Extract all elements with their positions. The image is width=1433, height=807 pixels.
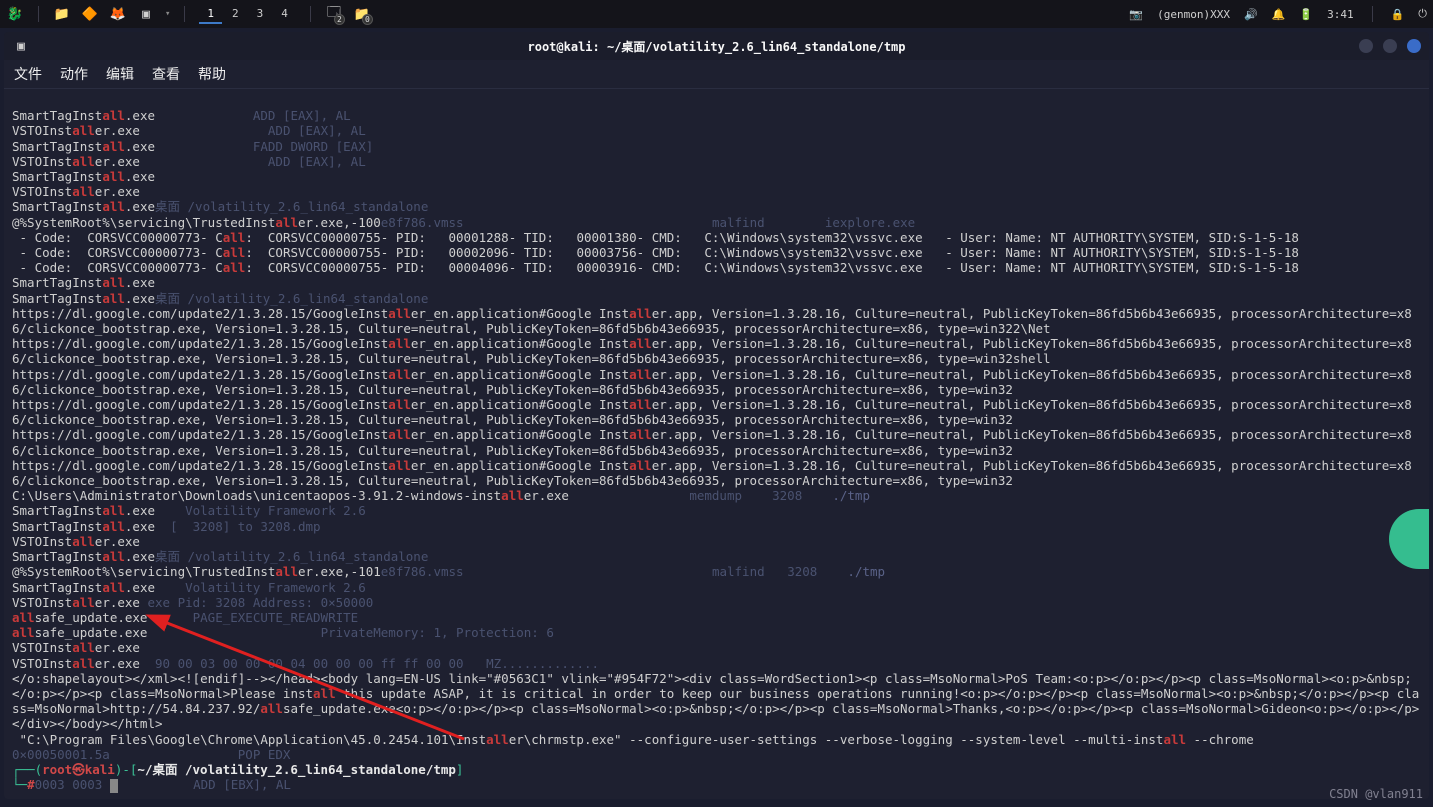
battery-icon[interactable]: 🔋: [1299, 8, 1313, 21]
out-line: - Code: CORSVCC00000773- Call: CORSVCC00…: [12, 260, 1299, 275]
out-line: SmartTagInstall.exe桌面 /volatility_2.6_li…: [12, 291, 428, 306]
out-line: https://dl.google.com/update2/1.3.28.15/…: [12, 306, 1412, 336]
prompt-line: ┌──(root㉿kali)-[~/桌面 /volatility_2.6_lin…: [12, 762, 463, 777]
out-line: SmartTagInstall.exe [ 3208] to 3208.dmp: [12, 519, 321, 534]
menu-action[interactable]: 动作: [60, 64, 88, 84]
out-line: SmartTagInstall.exe: [12, 169, 155, 184]
out-line: SmartTagInstall.exe Volatility Framework…: [12, 580, 366, 595]
power-icon[interactable]: ⏻: [1418, 7, 1427, 21]
watermark: CSDN @vlan911: [1329, 787, 1423, 801]
out-line: allsafe_update.exe PAGE_EXECUTE_READWRIT…: [12, 610, 358, 625]
close-button[interactable]: [1407, 39, 1421, 53]
menu-edit[interactable]: 编辑: [106, 64, 134, 84]
terminal-menubar: 文件 动作 编辑 查看 帮助: [4, 60, 1429, 89]
out-line: VSTOInstaller.exe 90 00 03 00 00 00 04 0…: [12, 656, 599, 671]
task-button-1[interactable]: 🗔2: [325, 5, 343, 23]
out-line: "C:\Program Files\Google\Chrome\Applicat…: [12, 732, 1254, 747]
out-line: SmartTagInstall.exe桌面 /volatility_2.6_li…: [12, 199, 428, 214]
lock-icon[interactable]: 🔒: [1391, 8, 1405, 21]
out-line: https://dl.google.com/update2/1.3.28.15/…: [12, 427, 1412, 457]
out-line: SmartTagInstall.exe Volatility Framework…: [12, 503, 366, 518]
firefox-icon[interactable]: 🦊: [109, 5, 127, 23]
out-line: SmartTagInstall.exe ADD [EAX], AL: [12, 108, 351, 123]
menu-file[interactable]: 文件: [14, 64, 42, 84]
terminal-window: ▣ root@kali: ~/桌面/volatility_2.6_lin64_s…: [4, 32, 1429, 799]
out-line: VSTOInstaller.exe ADD [EAX], AL: [12, 154, 366, 169]
separator: [38, 6, 39, 22]
separator: [310, 6, 311, 22]
task-button-2[interactable]: 📁0: [353, 5, 371, 23]
workspace-switcher[interactable]: 1 2 3 4: [199, 5, 296, 24]
separator: [1372, 6, 1373, 22]
out-line: VSTOInstaller.exe: [12, 184, 140, 199]
out-line: SmartTagInstall.exe FADD DWORD [EAX]: [12, 139, 373, 154]
workspace-4[interactable]: 4: [273, 5, 296, 24]
terminal-icon[interactable]: ▣: [137, 5, 155, 23]
notification-bell-icon[interactable]: 🔔: [1272, 8, 1286, 21]
camera-indicator-icon[interactable]: 📷: [1129, 8, 1143, 21]
out-line: @%SystemRoot%\servicing\TrustedInstaller…: [12, 215, 915, 230]
desktop-taskbar: 🐉 📁 🔶 🦊 ▣ ▾ 1 2 3 4 🗔2 📁0 📷 (genmon)XXX …: [0, 0, 1433, 28]
out-line: @%SystemRoot%\servicing\TrustedInstaller…: [12, 564, 885, 579]
out-line: - Code: CORSVCC00000773- Call: CORSVCC00…: [12, 245, 1299, 260]
out-line: C:\Users\Administrator\Downloads\unicent…: [12, 488, 870, 503]
separator: [184, 6, 185, 22]
workspace-1[interactable]: 1: [199, 5, 222, 24]
terminal-output[interactable]: SmartTagInstall.exe ADD [EAX], AL VSTOIn…: [4, 89, 1429, 799]
maximize-button[interactable]: [1383, 39, 1397, 53]
burp-icon[interactable]: 🔶: [81, 5, 99, 23]
workspace-3[interactable]: 3: [249, 5, 272, 24]
window-menu-icon[interactable]: ▣: [12, 37, 30, 55]
menu-view[interactable]: 查看: [152, 64, 180, 84]
minimize-button[interactable]: [1359, 39, 1373, 53]
out-line: https://dl.google.com/update2/1.3.28.15/…: [12, 336, 1412, 366]
out-line: https://dl.google.com/update2/1.3.28.15/…: [12, 397, 1412, 427]
files-icon[interactable]: 📁: [53, 5, 71, 23]
out-line: </o:shapelayout></xml><![endif]--></head…: [12, 671, 1419, 732]
window-title: root@kali: ~/桌面/volatility_2.6_lin64_sta…: [527, 38, 905, 55]
out-line: VSTOInstaller.exe ADD [EAX], AL: [12, 123, 366, 138]
out-line: VSTOInstaller.exe exe Pid: 3208 Address:…: [12, 595, 373, 610]
out-line: https://dl.google.com/update2/1.3.28.15/…: [12, 458, 1412, 488]
cursor: [110, 779, 118, 793]
menu-help[interactable]: 帮助: [198, 64, 226, 84]
out-line: SmartTagInstall.exe: [12, 275, 155, 290]
out-line: - Code: CORSVCC00000773- Call: CORSVCC00…: [12, 230, 1299, 245]
out-line: SmartTagInstall.exe桌面 /volatility_2.6_li…: [12, 549, 428, 564]
out-line: VSTOInstaller.exe: [12, 534, 140, 549]
out-line: 0×00050001.5a POP EDX: [12, 747, 290, 762]
out-line: https://dl.google.com/update2/1.3.28.15/…: [12, 367, 1412, 397]
kali-menu-icon[interactable]: 🐉: [6, 5, 24, 23]
mascot-overlay-icon: [1389, 509, 1429, 569]
volume-icon[interactable]: 🔊: [1244, 8, 1258, 21]
out-line: VSTOInstaller.exe: [12, 640, 140, 655]
genmon-text: (genmon)XXX: [1157, 8, 1230, 21]
window-titlebar[interactable]: ▣ root@kali: ~/桌面/volatility_2.6_lin64_s…: [4, 32, 1429, 60]
out-line: allsafe_update.exe PrivateMemory: 1, Pro…: [12, 625, 554, 640]
clock[interactable]: 3:41: [1327, 8, 1354, 21]
prompt-line[interactable]: └─#0003 0003 ADD [EBX], AL: [12, 777, 291, 792]
workspace-2[interactable]: 2: [224, 5, 247, 24]
